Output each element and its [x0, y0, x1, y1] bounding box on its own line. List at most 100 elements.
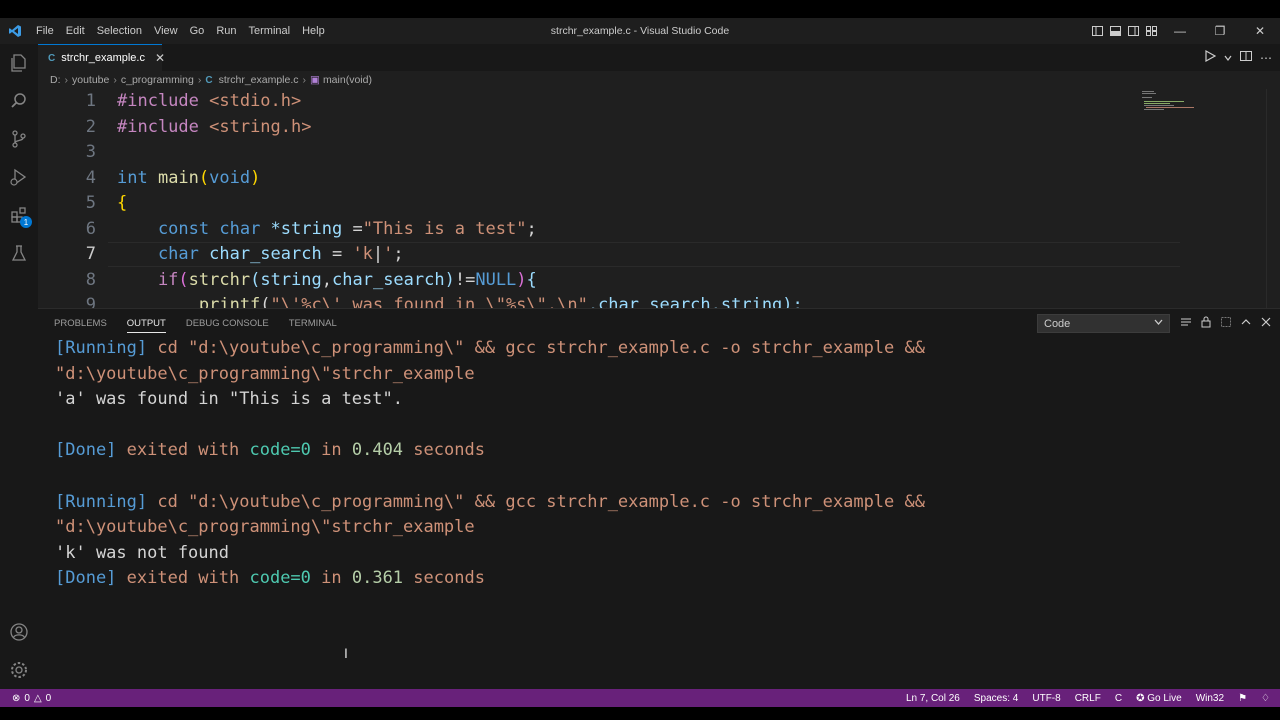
breadcrumb-youtube[interactable]: youtube [72, 74, 109, 86]
notifications-bell-icon[interactable]: ♢ [1261, 693, 1270, 704]
output-channel-select[interactable]: Code [1037, 314, 1170, 333]
more-actions-icon[interactable]: ⋯ [1260, 51, 1272, 65]
output-token: [Done] [55, 440, 117, 461]
extensions-icon[interactable]: 1 [0, 196, 38, 234]
cursor-position[interactable]: Ln 7, Col 26 [906, 693, 960, 704]
accounts-icon[interactable] [0, 613, 38, 651]
menu-edit[interactable]: Edit [60, 25, 91, 37]
lock-icon[interactable] [1200, 315, 1212, 333]
end-of-line[interactable]: CRLF [1075, 693, 1101, 704]
output-token: in [310, 440, 352, 461]
line-number: 1 [85, 91, 96, 111]
split-editor-icon[interactable] [1240, 49, 1252, 67]
tab-strchr-example[interactable]: C strchr_example.c ✕ [38, 44, 165, 71]
manage-gear-icon[interactable] [0, 651, 38, 689]
errors-icon[interactable]: ⊗ [12, 693, 20, 704]
code-editor[interactable]: 1 #include <stdio.h> 2 #include <string.h> 3… [38, 89, 1280, 308]
tab-problems[interactable]: PROBLEMS [54, 318, 107, 329]
breadcrumb-drive[interactable]: D: [50, 74, 61, 86]
menu-view[interactable]: View [148, 25, 184, 37]
menu-file[interactable]: File [30, 25, 60, 37]
close-panel-icon[interactable] [1260, 315, 1272, 333]
chevron-down-icon[interactable] [1224, 49, 1232, 67]
code-token: ) [444, 269, 455, 290]
indentation[interactable]: Spaces: 4 [974, 693, 1018, 704]
code-text: const char *string ="This is a test"; [117, 217, 537, 243]
breadcrumb-symbol[interactable]: main(void) [323, 74, 372, 86]
code-line[interactable]: 7 char char_search = 'k|'; [38, 242, 1280, 268]
explorer-icon[interactable] [0, 44, 38, 82]
code-line[interactable]: 4 int main(void) [38, 166, 1280, 192]
output-token: in [310, 568, 352, 589]
tab-terminal[interactable]: TERMINAL [289, 318, 337, 329]
clear-output-icon[interactable] [1180, 315, 1192, 333]
encoding[interactable]: UTF-8 [1032, 693, 1060, 704]
code-token: != [454, 269, 476, 290]
platform[interactable]: Win32 [1196, 693, 1224, 704]
code-line[interactable]: 3 [38, 140, 1280, 166]
menu-selection[interactable]: Selection [91, 25, 148, 37]
minimize-icon[interactable]: — [1160, 18, 1200, 44]
go-live-button[interactable]: ✪ Go Live [1136, 693, 1182, 704]
code-line[interactable]: 5{ [38, 191, 1280, 217]
run-code-icon[interactable] [1204, 49, 1217, 67]
bottom-panel: PROBLEMS OUTPUT DEBUG CONSOLE TERMINAL C… [38, 308, 1280, 689]
code-token: ; [393, 244, 404, 264]
run-debug-icon[interactable] [0, 158, 38, 196]
close-icon[interactable]: ✕ [155, 51, 165, 65]
c-file-icon: C [48, 52, 56, 64]
code-line[interactable]: 9 printf("\'%c\' was found in \"%s\".\n"… [38, 293, 1280, 308]
broadcast-icon: ✪ [1136, 692, 1148, 704]
breadcrumb-file[interactable]: strchr_example.c [219, 74, 299, 86]
testing-icon[interactable] [0, 234, 38, 272]
code-line[interactable]: 8 if(strchr(string,char_search)!=NULL){ [38, 268, 1280, 294]
customize-layout-icon[interactable] [1142, 18, 1160, 44]
code-token: strchr [188, 269, 251, 290]
language-mode[interactable]: C [1115, 693, 1122, 704]
title-controls: — ❐ ✕ [1088, 18, 1280, 44]
menu-terminal[interactable]: Terminal [243, 25, 297, 37]
code-text: printf("\'%c\' was found in \"%s\".\n",c… [117, 293, 803, 308]
vscode-logo-icon [0, 18, 30, 44]
editor-scrollbar[interactable] [1266, 89, 1280, 308]
breadcrumb-separator: › [64, 74, 69, 86]
toggle-sidebar-icon[interactable] [1088, 18, 1106, 44]
output-token: [Running] [55, 491, 148, 512]
output-token: cd "d:\youtube\c_programming\" && gcc st… [147, 491, 925, 512]
output-token: seconds [403, 568, 485, 589]
menu-help[interactable]: Help [296, 25, 331, 37]
code-line[interactable]: 1 #include <stdio.h> [38, 89, 1280, 115]
maximize-panel-icon[interactable] [1240, 315, 1252, 333]
toggle-panel-icon[interactable] [1106, 18, 1124, 44]
code-token: char_search [332, 269, 445, 290]
code-token: 'k [352, 244, 373, 264]
close-window-icon[interactable]: ✕ [1240, 18, 1280, 44]
code-token: { [526, 269, 537, 290]
code-token: ,char_search,string); [587, 295, 803, 308]
warnings-icon[interactable]: △ [34, 693, 42, 704]
line-number: 4 [85, 167, 96, 188]
tab-output[interactable]: OUTPUT [126, 318, 166, 333]
code-token: { [117, 193, 128, 213]
c-file-icon: C [205, 74, 213, 86]
breadcrumb-folder[interactable]: c_programming [121, 74, 194, 86]
code-token: #include [117, 91, 210, 111]
open-in-editor-icon[interactable] [1220, 315, 1232, 333]
menu-go[interactable]: Go [184, 25, 211, 37]
error-count[interactable]: 0 [24, 693, 30, 704]
minimap[interactable] [1140, 89, 1200, 119]
tab-debug-console[interactable]: DEBUG CONSOLE [186, 318, 269, 329]
menu-run[interactable]: Run [210, 25, 242, 37]
toggle-secondary-sidebar-icon[interactable] [1124, 18, 1142, 44]
feedback-icon[interactable]: ⚑ [1238, 693, 1247, 704]
output-token: exited with [116, 568, 250, 589]
code-line[interactable]: 2 #include <string.h> [38, 115, 1280, 141]
output-token: [Running] [55, 338, 148, 358]
output-token: "d:\youtube\c_programming\"strchr_exampl… [55, 363, 475, 384]
code-text: if(strchr(string,char_search)!=NULL){ [117, 268, 537, 294]
code-line[interactable]: 6 const char *string ="This is a test"; [38, 217, 1280, 243]
warning-count[interactable]: 0 [46, 693, 52, 704]
source-control-icon[interactable] [0, 120, 38, 158]
search-icon[interactable] [0, 82, 38, 120]
restore-icon[interactable]: ❐ [1200, 18, 1240, 44]
